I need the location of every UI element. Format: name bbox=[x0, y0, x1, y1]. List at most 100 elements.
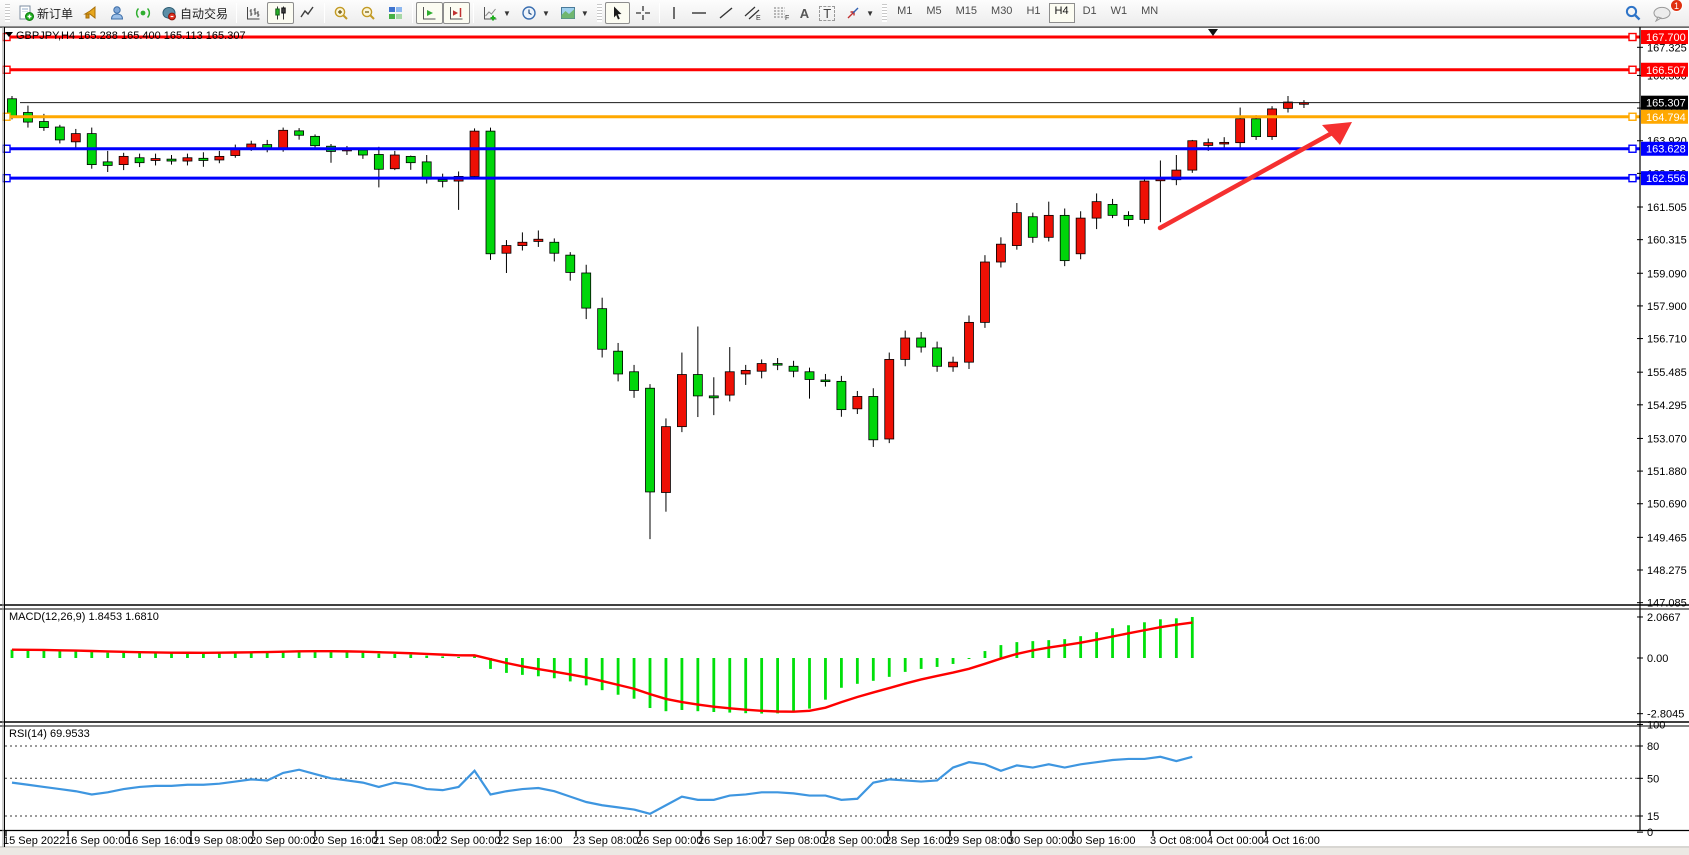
new-order-button[interactable]: 新订单 bbox=[13, 2, 78, 24]
chart-canvas[interactable]: 167.325166.300165.110163.920162.730161.5… bbox=[0, 0, 1689, 855]
svg-text:23 Sep 08:00: 23 Sep 08:00 bbox=[573, 835, 638, 847]
text-tool[interactable]: A bbox=[795, 2, 814, 24]
hline-handle[interactable] bbox=[1629, 66, 1636, 73]
chart-background bbox=[0, 27, 1689, 855]
svg-text:167.325: 167.325 bbox=[1647, 42, 1687, 54]
candle-body bbox=[901, 338, 910, 359]
hline-handle[interactable] bbox=[1629, 145, 1636, 152]
zoom-in-button[interactable] bbox=[328, 2, 355, 24]
periods-button[interactable]: ▼ bbox=[516, 2, 555, 24]
equidistant-channel-icon: E bbox=[744, 5, 762, 21]
chart-shift-button[interactable] bbox=[443, 2, 470, 24]
indicators-button[interactable]: ▼ bbox=[477, 2, 516, 24]
hline-handle[interactable] bbox=[1629, 175, 1636, 182]
svg-text:15 Sep 2022: 15 Sep 2022 bbox=[3, 835, 65, 847]
candle-body bbox=[534, 239, 543, 241]
zoom-out-icon bbox=[360, 5, 377, 21]
hline-handle[interactable] bbox=[1629, 34, 1636, 41]
horn-icon bbox=[83, 5, 99, 21]
chevron-down-icon: ▼ bbox=[542, 9, 550, 18]
chart-menu-arrow-icon[interactable] bbox=[5, 32, 13, 37]
autotrading-label: 自动交易 bbox=[180, 5, 228, 22]
svg-text:30 Sep 16:00: 30 Sep 16:00 bbox=[1070, 835, 1135, 847]
candle-body bbox=[885, 359, 894, 439]
signals-button[interactable] bbox=[130, 2, 156, 24]
cursor-arrow-icon bbox=[610, 5, 625, 21]
line-chart-button[interactable] bbox=[294, 2, 321, 24]
svg-text:155.485: 155.485 bbox=[1647, 367, 1687, 379]
timeframe-h4[interactable]: H4 bbox=[1049, 3, 1075, 23]
new-order-label: 新订单 bbox=[37, 5, 73, 22]
fibonacci-tool[interactable]: F bbox=[767, 2, 795, 24]
candle-body bbox=[725, 372, 734, 395]
signal-icon bbox=[135, 5, 151, 21]
notifications-button[interactable]: 1 bbox=[1647, 2, 1677, 24]
toolbar-grip[interactable] bbox=[597, 4, 602, 22]
candle-body bbox=[757, 364, 766, 372]
timeframe-m5[interactable]: M5 bbox=[920, 3, 947, 23]
timeframe-h1[interactable]: H1 bbox=[1020, 3, 1046, 23]
timeframe-w1[interactable]: W1 bbox=[1105, 3, 1134, 23]
templates-button[interactable]: ▼ bbox=[555, 2, 594, 24]
candle-body bbox=[582, 273, 591, 308]
candle-body bbox=[103, 162, 112, 166]
template-icon bbox=[560, 5, 577, 21]
svg-text:161.505: 161.505 bbox=[1647, 202, 1687, 214]
candle-body bbox=[438, 180, 447, 182]
svg-text:4 Oct 00:00: 4 Oct 00:00 bbox=[1207, 835, 1264, 847]
text-tool-icon: A bbox=[800, 7, 809, 20]
arrows-tool[interactable]: ▼ bbox=[840, 2, 879, 24]
bar-chart-button[interactable] bbox=[240, 2, 267, 24]
tile-windows-button[interactable] bbox=[382, 2, 409, 24]
candle-body bbox=[1220, 142, 1229, 144]
timeframe-m1[interactable]: M1 bbox=[891, 3, 918, 23]
candle-body bbox=[71, 134, 80, 142]
candle-body bbox=[598, 309, 607, 350]
market-watch-button[interactable] bbox=[78, 2, 104, 24]
toolbar-grip[interactable] bbox=[5, 4, 10, 22]
zoom-out-button[interactable] bbox=[355, 2, 382, 24]
candle-body bbox=[470, 131, 479, 176]
candle-body bbox=[119, 156, 128, 164]
toolbar-grip[interactable] bbox=[882, 4, 887, 22]
candle-body bbox=[279, 130, 288, 149]
rsi-label: RSI(14) 69.9533 bbox=[9, 728, 90, 740]
candle-body bbox=[406, 156, 415, 162]
search-button[interactable] bbox=[1619, 2, 1647, 24]
data-window-button[interactable] bbox=[104, 2, 130, 24]
svg-text:166.507: 166.507 bbox=[1646, 65, 1686, 77]
timeframe-d1[interactable]: D1 bbox=[1077, 3, 1103, 23]
channel-tool[interactable]: E bbox=[739, 2, 767, 24]
candle-body bbox=[1140, 181, 1149, 219]
vertical-line-tool[interactable] bbox=[663, 2, 685, 24]
horizontal-line-tool[interactable] bbox=[685, 2, 713, 24]
toolbar: 新订单 自动交易 bbox=[0, 0, 1689, 27]
candle-body bbox=[630, 372, 639, 391]
candle-body bbox=[1028, 217, 1037, 238]
svg-text:50: 50 bbox=[1647, 773, 1659, 785]
candlestick-chart-button[interactable] bbox=[267, 2, 294, 24]
candle-body bbox=[1124, 215, 1133, 219]
timeframe-m30[interactable]: M30 bbox=[985, 3, 1018, 23]
candle-body bbox=[1204, 143, 1213, 146]
chevron-down-icon: ▼ bbox=[581, 9, 589, 18]
timeframe-m15[interactable]: M15 bbox=[950, 3, 983, 23]
autotrading-button[interactable]: 自动交易 bbox=[156, 2, 233, 24]
cursor-button[interactable] bbox=[605, 2, 630, 24]
candle-body bbox=[980, 262, 989, 322]
hline-handle[interactable] bbox=[1629, 113, 1636, 120]
chevron-down-icon: ▼ bbox=[866, 9, 874, 18]
text-label-tool[interactable]: T bbox=[814, 2, 840, 24]
zoom-in-icon bbox=[333, 5, 350, 21]
trendline-tool[interactable] bbox=[713, 2, 739, 24]
auto-scroll-button[interactable] bbox=[416, 2, 443, 24]
svg-text:162.556: 162.556 bbox=[1646, 173, 1686, 185]
text-label-icon: T bbox=[819, 6, 835, 21]
candle-body bbox=[311, 136, 320, 145]
toolbar-divider bbox=[473, 3, 474, 23]
svg-text:20 Sep 00:00: 20 Sep 00:00 bbox=[250, 835, 315, 847]
candle-body bbox=[151, 159, 160, 161]
crosshair-button[interactable] bbox=[630, 2, 656, 24]
timeframe-mn[interactable]: MN bbox=[1135, 3, 1164, 23]
notification-badge: 1 bbox=[1670, 0, 1683, 12]
